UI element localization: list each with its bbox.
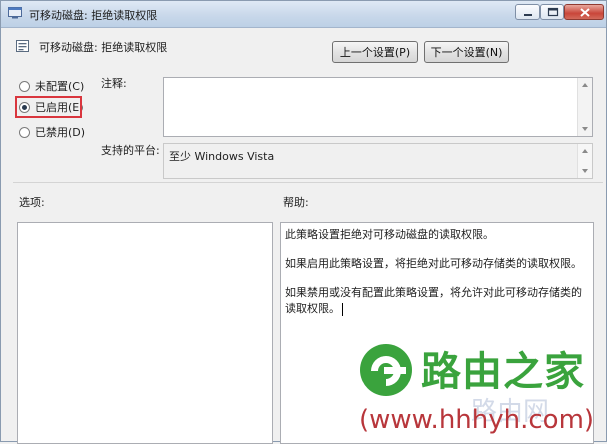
radio-button[interactable] [19,126,30,138]
policy-editor-window: 可移动磁盘: 拒绝读取权限 可移动磁盘: 拒绝读取权限 上一个设置(P) 下一个… [0,0,607,444]
policy-window-icon [8,7,22,19]
options-pane [17,222,273,444]
help-paragraph-last: 如果禁用或没有配置此策略设置，将允许对此可移动存储类的读取权限。 [285,285,590,317]
radio-button[interactable] [19,80,30,92]
policy-title: 可移动磁盘: 拒绝读取权限 [39,41,168,54]
platform-scrollbar[interactable] [577,144,592,178]
close-button[interactable] [564,4,604,20]
help-paragraph: 如果启用此策略设置，将拒绝对此可移动存储类的读取权限。 [285,257,582,270]
radio-label: 未配置(C) [35,80,85,93]
comment-textarea[interactable] [163,77,593,137]
options-pane-label: 选项: [19,196,45,209]
scroll-up-icon[interactable] [582,83,588,87]
radio-not-configured[interactable]: 未配置(C) [19,78,84,94]
policy-setting-icon [16,40,29,52]
maximize-icon [547,7,559,17]
scroll-up-icon[interactable] [582,149,588,153]
enabled-highlight-box [15,96,82,118]
previous-setting-button[interactable]: 上一个设置(P) [332,41,418,63]
radio-disabled[interactable]: 已禁用(D) [19,124,85,140]
radio-label: 已禁用(D) [35,126,86,139]
window-title: 可移动磁盘: 拒绝读取权限 [29,9,158,22]
title-bar[interactable]: 可移动磁盘: 拒绝读取权限 [1,1,606,28]
text-cursor [342,302,343,316]
help-pane-label: 帮助: [283,196,309,209]
platform-field: 至少 Windows Vista [163,143,593,179]
next-setting-button[interactable]: 下一个设置(N) [424,41,509,63]
platform-value: 至少 Windows Vista [169,150,275,163]
close-icon [580,8,590,17]
help-paragraph: 此策略设置拒绝对可移动磁盘的读取权限。 [285,228,494,241]
scroll-down-icon[interactable] [582,127,588,131]
help-paragraph-text: 如果禁用或没有配置此策略设置，将允许对此可移动存储类的读取权限。 [285,286,582,315]
maximize-button[interactable] [540,4,564,20]
section-divider [13,182,603,183]
comment-scrollbar[interactable] [577,78,592,136]
platform-label: 支持的平台: [101,144,160,157]
scroll-down-icon[interactable] [582,169,588,173]
comment-label: 注释: [101,77,127,90]
watermark-url: (www.hhhyh.com) [359,405,595,435]
watermark-brand: 路由之家 [421,349,585,395]
minimize-icon [524,14,532,16]
help-text: 此策略设置拒绝对可移动磁盘的读取权限。 如果启用此策略设置，将拒绝对此可移动存储… [285,227,590,330]
minimize-button[interactable] [515,4,540,20]
router-logo-icon [360,344,412,396]
